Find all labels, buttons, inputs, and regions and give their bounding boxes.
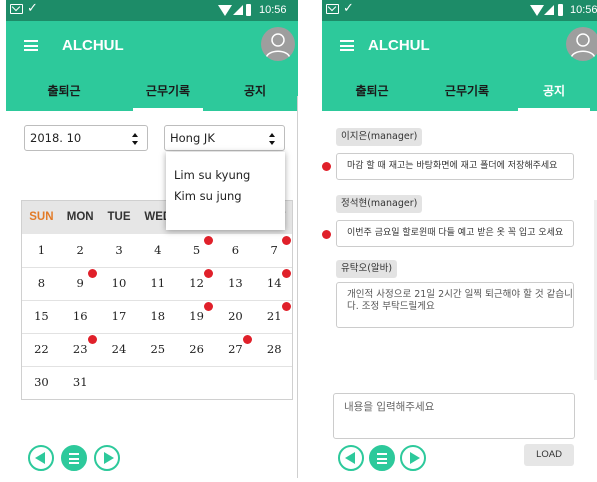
select-arrows-icon [269,133,276,145]
event-dot [281,236,291,245]
dropdown-option[interactable]: Lim su kyung [166,165,285,186]
calendar-day[interactable]: 10 [100,267,139,300]
weekday-mon: MON [66,211,94,223]
unread-dot [322,162,331,171]
month-select[interactable]: 2018. 10 [24,125,148,151]
event-dot [87,335,97,344]
calendar-day[interactable]: 22 [22,333,61,366]
calendar-day[interactable]: 26 [177,333,216,366]
next-icon[interactable] [400,445,426,471]
prev-icon[interactable] [28,445,54,471]
event-dot [281,302,291,311]
calendar-day[interactable]: 30 [22,366,61,399]
weekday-tue: TUE [107,211,131,223]
calendar-day[interactable]: 6 [216,234,255,267]
dropdown-option[interactable]: Kim su jung [166,186,285,207]
select-arrows-icon [132,133,139,145]
app-bar: ALCHUL [6,21,298,71]
battery-icon [558,4,563,16]
tab-notice[interactable]: 공지 [235,71,275,111]
tab-bar: 출퇴근 근무기록 공지 [6,71,298,111]
tab-work-record[interactable]: 근무기록 [131,71,205,111]
left-screen: ✓ 10:56 ALCHUL 출퇴근 근무기록 공지 2018. 10 Hong… [6,0,298,482]
message-text: 이번주 금요일 할로윈때 다들 예고 받은 옷 꼭 입고 오세요 [336,220,574,247]
app-title: ALCHUL [62,37,124,54]
calendar-day[interactable]: 18 [138,300,177,333]
menu-icon[interactable] [24,40,38,51]
message-author: 유탁오(알바) [336,260,398,278]
calendar-day[interactable]: 28 [255,333,294,366]
person-select-value: Hong JK [170,131,215,145]
avatar[interactable] [566,27,597,61]
wifi-icon [530,5,544,16]
avatar-icon [570,33,596,59]
load-button[interactable]: LOAD [524,444,574,466]
next-icon[interactable] [94,445,120,471]
status-time: 10:56 [570,4,597,16]
calendar-day[interactable]: 15 [22,300,61,333]
calendar-day[interactable]: 13 [216,267,255,300]
menu-icon[interactable] [340,40,354,51]
event-dot [281,269,291,278]
signal-icon [544,5,554,15]
message-author: 이지은(manager) [336,128,423,146]
tab-commute[interactable]: 출퇴근 [34,71,94,111]
calendar-day[interactable]: 4 [138,234,177,267]
battery-icon [246,4,251,16]
event-dot [242,335,252,344]
event-dot [87,269,97,278]
status-bar: ✓ 10:56 [322,0,597,21]
tab-work-record[interactable]: 근무기록 [432,71,502,111]
tab-commute[interactable]: 출퇴근 [342,71,402,111]
calendar: SUNMONTUEWEDTHUFRISAT 123456789101112131… [21,200,293,400]
calendar-day[interactable]: 11 [138,267,177,300]
person-dropdown: Lim su kyung Kim su jung [166,152,285,230]
calendar-day[interactable]: 1 [22,234,61,267]
calendar-day[interactable]: 20 [216,300,255,333]
message-author: 정석현(manager) [336,195,423,213]
list-icon[interactable] [369,445,395,471]
tab-notice[interactable]: 공지 [516,71,592,111]
status-time: 10:56 [259,4,287,16]
calendar-day[interactable]: 24 [100,333,139,366]
status-bar: ✓ 10:56 [6,0,298,21]
calendar-day[interactable]: 16 [61,300,100,333]
check-icon: ✓ [27,1,38,16]
message-text: 마감 할 때 재고는 바탕화면에 재고 폴더에 저장해주세요 [336,153,574,180]
calendar-day[interactable]: 17 [100,300,139,333]
unread-dot [322,230,331,239]
event-dot [204,269,213,278]
message-text: 개인적 사정으로 21일 2시간 일찍 퇴근해야 할 것 같습니다. 조정 부탁… [336,282,574,328]
app-bar: ALCHUL [322,21,597,71]
prev-icon[interactable] [338,445,364,471]
mail-icon [10,4,23,14]
calendar-day[interactable]: 8 [22,267,61,300]
signal-icon [233,5,243,15]
tab-bar: 출퇴근 근무기록 공지 [322,71,597,111]
list-icon[interactable] [61,445,87,471]
app-title: ALCHUL [368,37,430,54]
calendar-day[interactable]: 2 [61,234,100,267]
check-icon: ✓ [343,1,354,16]
mail-icon [326,4,339,14]
avatar[interactable] [261,27,295,61]
right-screen: ✓ 10:56 ALCHUL 출퇴근 근무기록 공지 이지은(manager) … [322,0,597,482]
calendar-day[interactable]: 25 [138,333,177,366]
calendar-day[interactable]: 31 [61,366,100,399]
weekday-sun: SUN [29,211,54,223]
wifi-icon [218,5,232,16]
avatar-icon [265,33,291,59]
message-input[interactable]: 내용을 입력해주세요 [333,393,575,439]
event-dot [204,236,213,245]
month-select-value: 2018. 10 [30,131,82,145]
event-dot [204,302,213,311]
person-select[interactable]: Hong JK [164,125,285,151]
calendar-day[interactable]: 3 [100,234,139,267]
